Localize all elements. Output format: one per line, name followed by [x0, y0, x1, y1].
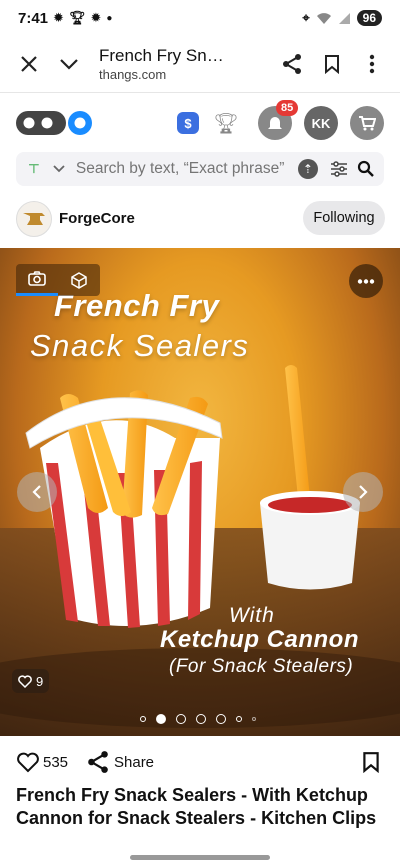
- hero-caption-2: Ketchup Cannon: [160, 626, 359, 653]
- battery-indicator: 96: [356, 10, 382, 26]
- following-button[interactable]: Following: [303, 201, 385, 235]
- search-type-icon[interactable]: ⊤: [28, 161, 40, 177]
- trophy-icon[interactable]: 🏆︎: [207, 108, 245, 138]
- hero-headline-2: Snack Sealers: [30, 328, 250, 363]
- bell-icon: [268, 117, 282, 129]
- carousel-dot[interactable]: [236, 716, 242, 722]
- page-title: French Fry Snack Sealers: [99, 46, 224, 66]
- search-icon[interactable]: [357, 160, 375, 178]
- status-bar: 7:41 ✹ 🏆︎ ✹ ● ⌖ 96: [0, 0, 400, 36]
- page-domain: thangs.com: [99, 66, 167, 82]
- share-icon: [283, 54, 301, 74]
- more-horizontal-icon: [357, 278, 375, 284]
- user-avatar-button[interactable]: KK: [304, 106, 338, 140]
- anvil-logo-icon: [23, 213, 45, 225]
- photo-view-button[interactable]: [16, 264, 58, 296]
- image-like-button[interactable]: 9: [12, 669, 50, 693]
- image-options-button[interactable]: [349, 264, 383, 298]
- share-label: Share: [114, 753, 155, 771]
- heart-icon: [18, 674, 32, 688]
- bookmark-icon: [325, 55, 339, 74]
- carousel-dot[interactable]: [156, 714, 166, 724]
- 3d-view-button[interactable]: [58, 264, 100, 296]
- page-title-block[interactable]: French Fry Snack Sealers thangs.com: [89, 45, 272, 83]
- settings-icon: ✹: [53, 10, 64, 25]
- thangs-logo[interactable]: [16, 110, 94, 136]
- status-time: 7:41: [18, 9, 49, 27]
- upload-search-button[interactable]: ⇡: [297, 159, 318, 179]
- creator-name[interactable]: ForgeCore: [59, 210, 135, 227]
- chevron-right-icon: [359, 485, 368, 499]
- chevron-down-icon: [60, 59, 78, 70]
- filter-icon[interactable]: [330, 161, 348, 177]
- search-bar: ⊤ ⇡: [16, 152, 384, 186]
- like-heart-icon[interactable]: [16, 752, 40, 773]
- carousel-dot[interactable]: [252, 717, 256, 721]
- action-bar: 535 Share: [0, 742, 400, 782]
- carousel-dot[interactable]: [196, 714, 206, 724]
- carousel-prev-button[interactable]: [17, 472, 57, 512]
- share-button[interactable]: Share: [86, 750, 154, 774]
- carousel-dot[interactable]: [216, 714, 226, 724]
- trophy-status-icon: 🏆︎: [68, 10, 86, 25]
- like-count: 535: [43, 754, 69, 771]
- camera-icon: [28, 271, 46, 286]
- dot-icon: ●: [106, 12, 113, 24]
- cart-button[interactable]: [350, 106, 384, 140]
- save-bookmark-icon[interactable]: [362, 751, 380, 773]
- search-input[interactable]: [75, 160, 296, 178]
- carousel-next-button[interactable]: [343, 472, 383, 512]
- notification-badge: 85: [276, 100, 299, 116]
- carousel-dot[interactable]: [176, 714, 186, 724]
- more-menu-button[interactable]: [352, 44, 392, 84]
- view-toggle: [16, 264, 100, 296]
- location-icon: ⌖: [302, 10, 310, 25]
- carousel-dot[interactable]: [140, 716, 146, 722]
- cube-3d-icon: [71, 272, 87, 289]
- close-button[interactable]: [9, 44, 49, 84]
- wifi-icon: [316, 12, 331, 24]
- model-title: French Fry Snack Sealers - With Ketchup …: [16, 785, 377, 828]
- close-icon: [21, 56, 37, 72]
- cart-icon: [359, 116, 376, 131]
- bookmark-page-button[interactable]: [312, 44, 352, 84]
- expand-button[interactable]: [49, 44, 89, 84]
- signal-icon: [338, 12, 350, 24]
- gesture-bar: [130, 855, 270, 860]
- carousel-indicators: [140, 714, 256, 724]
- toolbar-divider: [0, 92, 400, 93]
- chevron-down-icon-search[interactable]: [52, 164, 66, 174]
- image-like-count: 9: [36, 673, 44, 689]
- more-vertical-icon: [369, 54, 375, 74]
- browser-toolbar: French Fry Snack Sealers thangs.com: [0, 36, 400, 92]
- share-page-button[interactable]: [272, 44, 312, 84]
- hero-caption-1: With: [229, 604, 275, 627]
- hero-caption-3: (For Snack Stealers): [169, 656, 354, 677]
- chevron-left-icon: [32, 485, 41, 499]
- settings-icon-2: ✹: [90, 10, 102, 25]
- share-icon-2: [88, 751, 108, 773]
- creator-avatar[interactable]: [16, 201, 52, 237]
- site-header: $ 🏆︎ KK: [0, 100, 400, 146]
- credits-icon[interactable]: $: [177, 112, 199, 134]
